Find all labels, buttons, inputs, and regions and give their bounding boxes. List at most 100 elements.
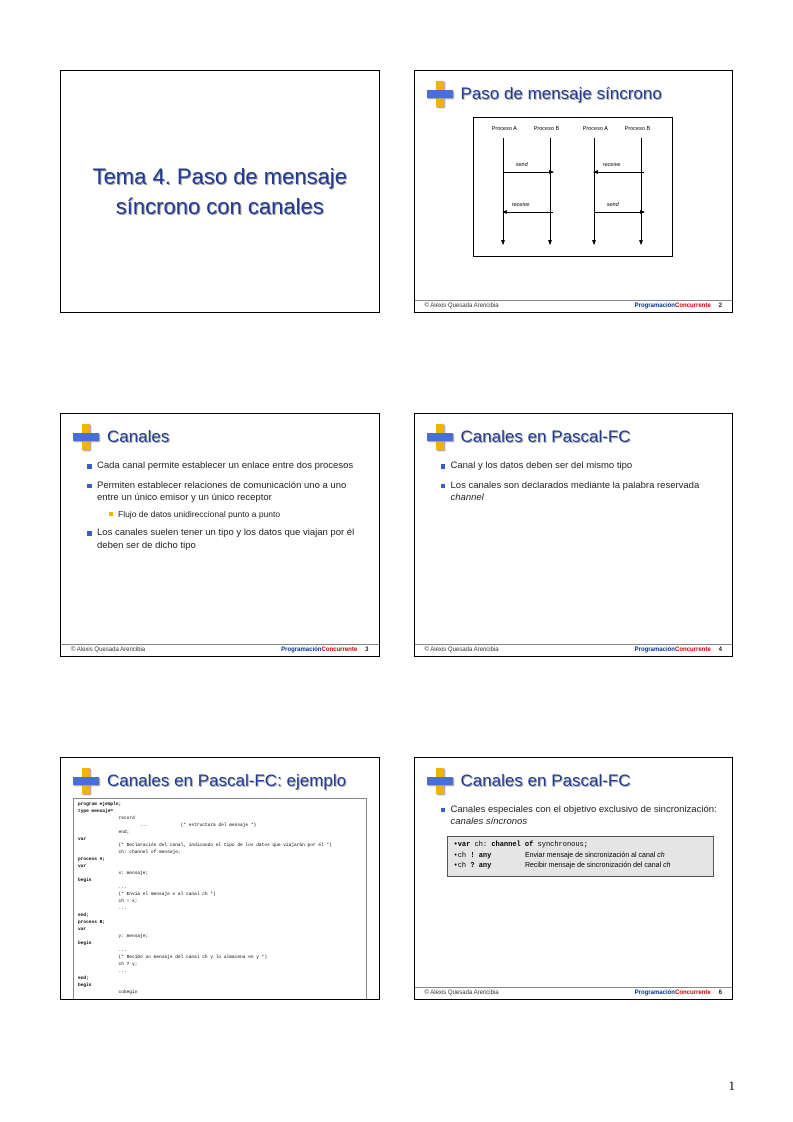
slide-2-body: Paso de mensaje síncrono Proceso A Proce… — [415, 71, 733, 300]
bullet: Los canales son declarados mediante la p… — [441, 480, 721, 505]
t: •ch — [454, 862, 471, 870]
sub-bullets: Flujo de datos unidireccional punto a pu… — [97, 509, 367, 520]
c: ch: channel of mensaje; — [78, 850, 181, 855]
bullet: Cada canal permite establecer un enlace … — [87, 460, 367, 472]
footer-prog1: Programación — [635, 990, 675, 996]
slide-1-title: Tema 4. Paso de mensaje síncrono con can… — [81, 162, 359, 221]
footer-prog2: Concurrente — [675, 990, 711, 996]
bullet-text: Los canales son declarados mediante la p… — [451, 480, 700, 491]
cross-icon — [73, 424, 99, 450]
label-receive: receive — [603, 162, 621, 168]
timeline — [503, 138, 504, 244]
c: ... (* estructura del mensaje *) — [78, 823, 256, 828]
code-line: •ch ! any Enviar mensaje de sincronizaci… — [454, 851, 708, 861]
slide-5-title: Canales en Pascal-FC: ejemplo — [107, 771, 346, 791]
page-number: 1 — [729, 1078, 736, 1094]
cross-icon — [427, 768, 453, 794]
slide-2-title: Paso de mensaje síncrono — [461, 84, 662, 104]
c: x: mensaje; — [78, 871, 148, 876]
slide-4: Canales en Pascal-FC Canal y los datos d… — [414, 413, 734, 656]
footer-prog2: Concurrente — [675, 303, 711, 309]
c: (* Envía el mensaje x al canal ch *) — [78, 892, 216, 897]
t: ch — [657, 852, 664, 859]
slide-2: Paso de mensaje síncrono Proceso A Proce… — [414, 70, 734, 313]
code-line: •var ch: channel of synchronous; — [454, 841, 708, 850]
cross-icon — [73, 768, 99, 794]
slide-4-pagenum: 4 — [719, 647, 722, 653]
c: end; — [78, 913, 89, 918]
footer-prog1: Programación — [635, 647, 675, 653]
label-send: send — [516, 162, 528, 168]
c: end; — [78, 976, 89, 981]
slide-6-pagenum: 6 — [719, 990, 722, 996]
slide-5: Canales en Pascal-FC: ejemplo program ej… — [60, 757, 380, 1000]
c: var — [78, 927, 86, 932]
slide-6-heading: Canales en Pascal-FC — [427, 768, 721, 794]
slide-6-body: Canales en Pascal-FC Canales especiales … — [415, 758, 733, 987]
slide-3-heading: Canales — [73, 424, 367, 450]
sync-diagram: Proceso A Proceso B send receive Proceso… — [473, 117, 673, 257]
t: ! any — [470, 852, 491, 860]
slide-3-body: Canales Cada canal permite establecer un… — [61, 414, 379, 643]
slides-grid: Tema 4. Paso de mensaje síncrono con can… — [60, 70, 733, 1000]
c: end; — [78, 830, 129, 835]
slide-3-pagenum: 3 — [365, 647, 368, 653]
c: var — [78, 864, 86, 869]
slide-2-pagenum: 2 — [719, 303, 722, 309]
footer-prog1: Programación — [281, 647, 321, 653]
c: process A; — [78, 857, 105, 862]
c: record — [78, 816, 135, 821]
bullet: Los canales suelen tener un tipo y los d… — [87, 527, 367, 552]
slide-5-body: Canales en Pascal-FC: ejemplo program ej… — [61, 758, 379, 1000]
keyword: canales síncronos — [451, 816, 528, 827]
c: ch ! x; — [78, 899, 137, 904]
label-proc-a: Proceso A — [583, 126, 608, 132]
label-proc-a: Proceso A — [492, 126, 517, 132]
slide-5-heading: Canales en Pascal-FC: ejemplo — [73, 768, 367, 794]
c: begin — [78, 941, 92, 946]
label-receive: receive — [512, 202, 530, 208]
label-proc-b: Proceso B — [534, 126, 559, 132]
t: ch: — [475, 841, 492, 849]
slide-3-bullets: Cada canal permite establecer un enlace … — [73, 460, 367, 552]
c: program ejemplo; — [78, 802, 121, 807]
slide-4-heading: Canales en Pascal-FC — [427, 424, 721, 450]
diagram-left: Proceso A Proceso B send receive — [488, 126, 568, 248]
c: begin — [78, 878, 92, 883]
c: ... — [78, 906, 127, 911]
arrow — [594, 172, 644, 173]
label-send: send — [607, 202, 619, 208]
t: channel of — [491, 841, 537, 849]
keyword: channel — [451, 492, 484, 503]
t: ch — [663, 862, 670, 869]
c: process B; — [78, 920, 105, 925]
slide-1-body: Tema 4. Paso de mensaje síncrono con can… — [61, 71, 379, 312]
c: begin — [78, 983, 92, 988]
footer-prog1: Programación — [635, 303, 675, 309]
diagram-right: Proceso A Proceso B receive send — [579, 126, 659, 248]
bullet: Canales especiales con el objetivo exclu… — [441, 804, 721, 829]
slide-3-footer: © Alexis Quesada Arencibia ProgramaciónC… — [61, 644, 379, 656]
sub-bullet: Flujo de datos unidireccional punto a pu… — [109, 509, 367, 520]
c: type mensaje= — [78, 809, 113, 814]
c: (* Recibe un mensaje del canal ch y lo a… — [78, 955, 267, 960]
arrow — [503, 212, 553, 213]
c: ... — [78, 997, 148, 1000]
slide-6-title: Canales en Pascal-FC — [461, 771, 631, 791]
footer-author: © Alexis Quesada Arencibia — [71, 647, 145, 653]
c: (* Declaración del canal, indicando el t… — [78, 843, 332, 848]
slide-4-bullets: Canal y los datos deben ser del mismo ti… — [427, 460, 721, 504]
timeline — [641, 138, 642, 244]
bullet-text: Canales especiales con el objetivo exclu… — [451, 804, 717, 815]
t: •ch — [454, 852, 471, 860]
c: ... — [78, 948, 127, 953]
c: ... — [78, 885, 127, 890]
code-box: •var ch: channel of synchronous; •ch ! a… — [447, 836, 715, 876]
timeline — [594, 138, 595, 244]
slide-2-footer: © Alexis Quesada Arencibia ProgramaciónC… — [415, 300, 733, 312]
arrow — [594, 212, 644, 213]
t: Enviar mensaje de sincronización al cana… — [525, 852, 657, 859]
arrow — [503, 172, 553, 173]
bullet: Canal y los datos deben ser del mismo ti… — [441, 460, 721, 472]
slide-3: Canales Cada canal permite establecer un… — [60, 413, 380, 656]
